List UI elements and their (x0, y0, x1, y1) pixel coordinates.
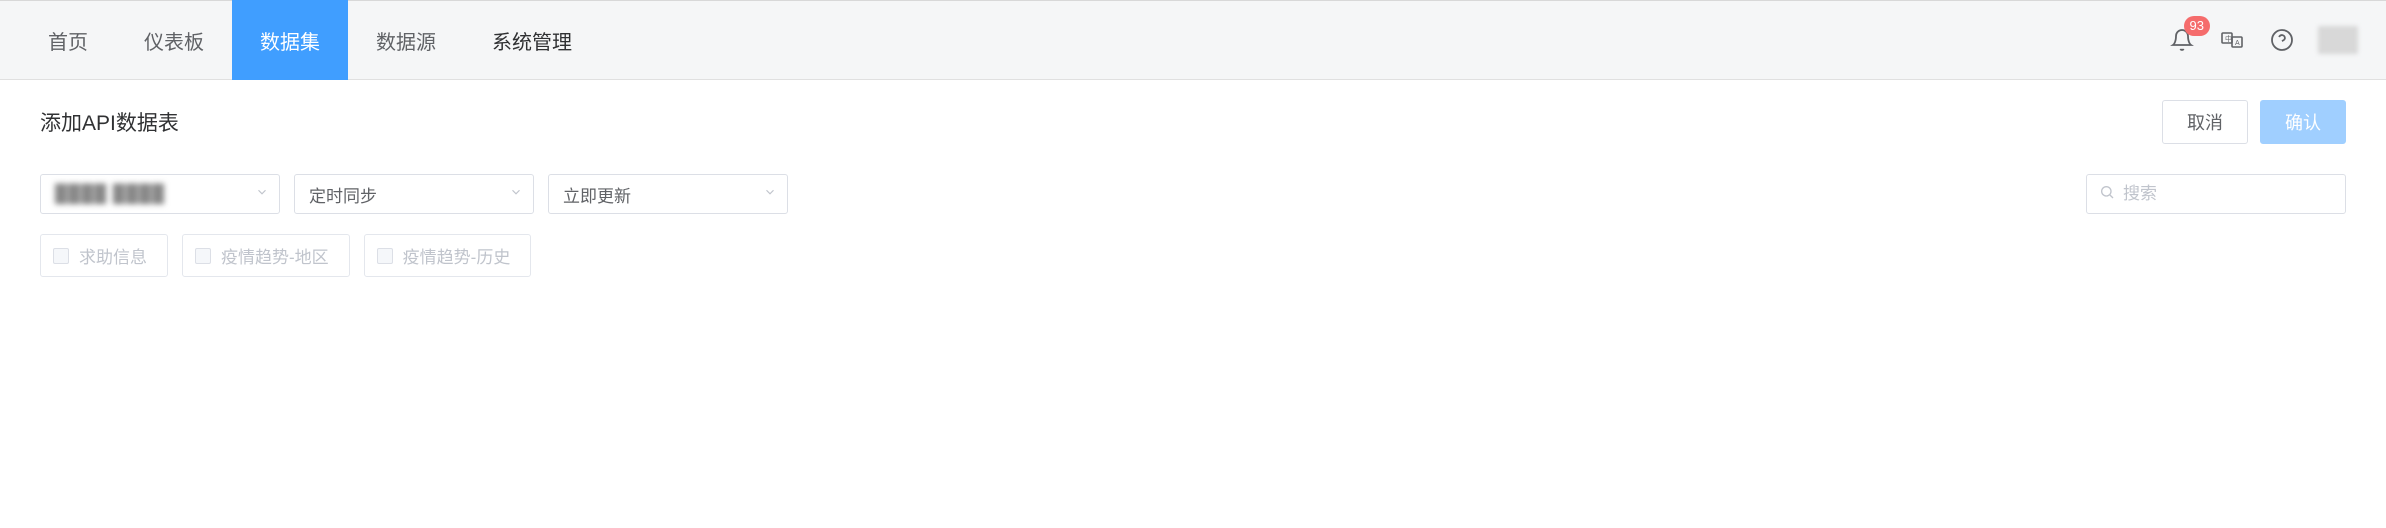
page-title: 添加API数据表 (40, 107, 179, 137)
svg-text:中: 中 (2225, 34, 2232, 43)
filter-row: ████ ████ 定时同步 立即更新 (0, 154, 2386, 224)
nav-icons: 93 中A (2168, 26, 2386, 54)
checkbox-icon (195, 248, 211, 264)
chevron-down-icon (763, 184, 777, 204)
translate-icon[interactable]: 中A (2218, 26, 2246, 54)
svg-text:A: A (2235, 40, 2240, 47)
checkbox-icon (53, 248, 69, 264)
search-box[interactable] (2086, 174, 2346, 214)
help-icon[interactable] (2268, 26, 2296, 54)
cancel-button[interactable]: 取消 (2162, 100, 2248, 144)
nav-item-system[interactable]: 系统管理 (464, 0, 600, 80)
chevron-down-icon (255, 184, 269, 204)
top-nav: 首页 仪表板 数据集 数据源 系统管理 93 中A (0, 0, 2386, 80)
notification-badge: 93 (2184, 16, 2210, 36)
search-input[interactable] (2123, 184, 2344, 204)
sync-mode-select[interactable]: 定时同步 (294, 174, 534, 214)
tag-help-info[interactable]: 求助信息 (40, 234, 168, 277)
nav-item-dataset[interactable]: 数据集 (232, 0, 348, 80)
notification-icon[interactable]: 93 (2168, 26, 2196, 54)
datasource-select[interactable]: ████ ████ (40, 174, 280, 214)
update-mode-select[interactable]: 立即更新 (548, 174, 788, 214)
tags-row: 求助信息 疫情趋势-地区 疫情趋势-历史 (0, 224, 2386, 287)
nav-item-dashboard[interactable]: 仪表板 (116, 0, 232, 80)
nav-item-datasource[interactable]: 数据源 (348, 0, 464, 80)
confirm-button[interactable]: 确认 (2260, 100, 2346, 144)
update-mode-select-value: 立即更新 (563, 182, 631, 207)
tag-label: 求助信息 (79, 243, 147, 268)
avatar[interactable] (2318, 26, 2358, 54)
datasource-select-value: ████ ████ (55, 184, 165, 204)
chevron-down-icon (509, 184, 523, 204)
nav-item-home[interactable]: 首页 (20, 0, 116, 80)
page-header: 添加API数据表 取消 确认 (0, 80, 2386, 154)
checkbox-icon (377, 248, 393, 264)
tag-trend-region[interactable]: 疫情趋势-地区 (182, 234, 350, 277)
tag-label: 疫情趋势-地区 (221, 243, 329, 268)
sync-mode-select-value: 定时同步 (309, 182, 377, 207)
tag-trend-history[interactable]: 疫情趋势-历史 (364, 234, 532, 277)
tag-label: 疫情趋势-历史 (403, 243, 511, 268)
search-icon (2099, 184, 2115, 205)
